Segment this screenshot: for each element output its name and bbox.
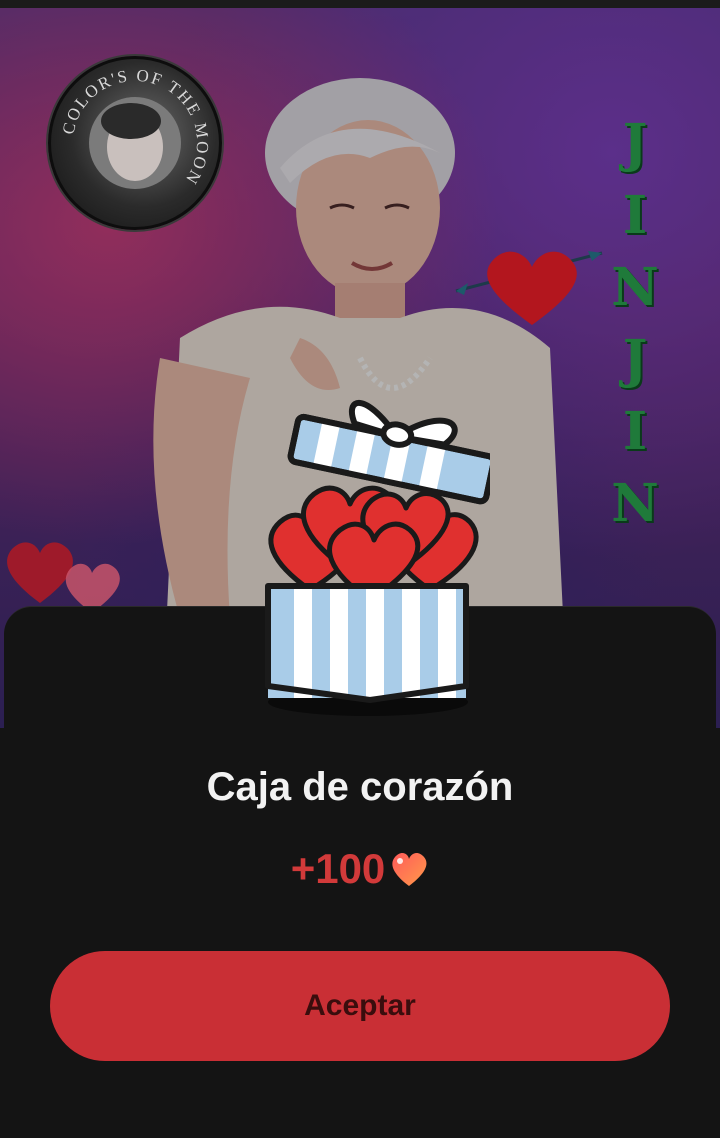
heart-arrow-icon <box>455 251 603 325</box>
status-bar <box>0 0 720 8</box>
gift-box-icon <box>265 399 490 716</box>
name-letter: I <box>622 401 648 462</box>
reward-amount: +100 <box>290 845 386 892</box>
name-letter: J <box>622 329 648 390</box>
name-letter: N <box>611 473 659 534</box>
name-letter: J <box>622 113 648 174</box>
reward-row: +100 <box>0 845 720 893</box>
name-letter: I <box>622 185 648 246</box>
heart-icon <box>392 852 427 886</box>
accept-button[interactable]: Aceptar <box>50 951 670 1061</box>
vertical-name-text: J I N J I N <box>610 108 660 540</box>
name-letter: N <box>611 257 659 318</box>
dialog-title: Caja de corazón <box>206 765 514 809</box>
group-logo-badge: COLOR'S OF THE MOON <box>48 56 222 230</box>
